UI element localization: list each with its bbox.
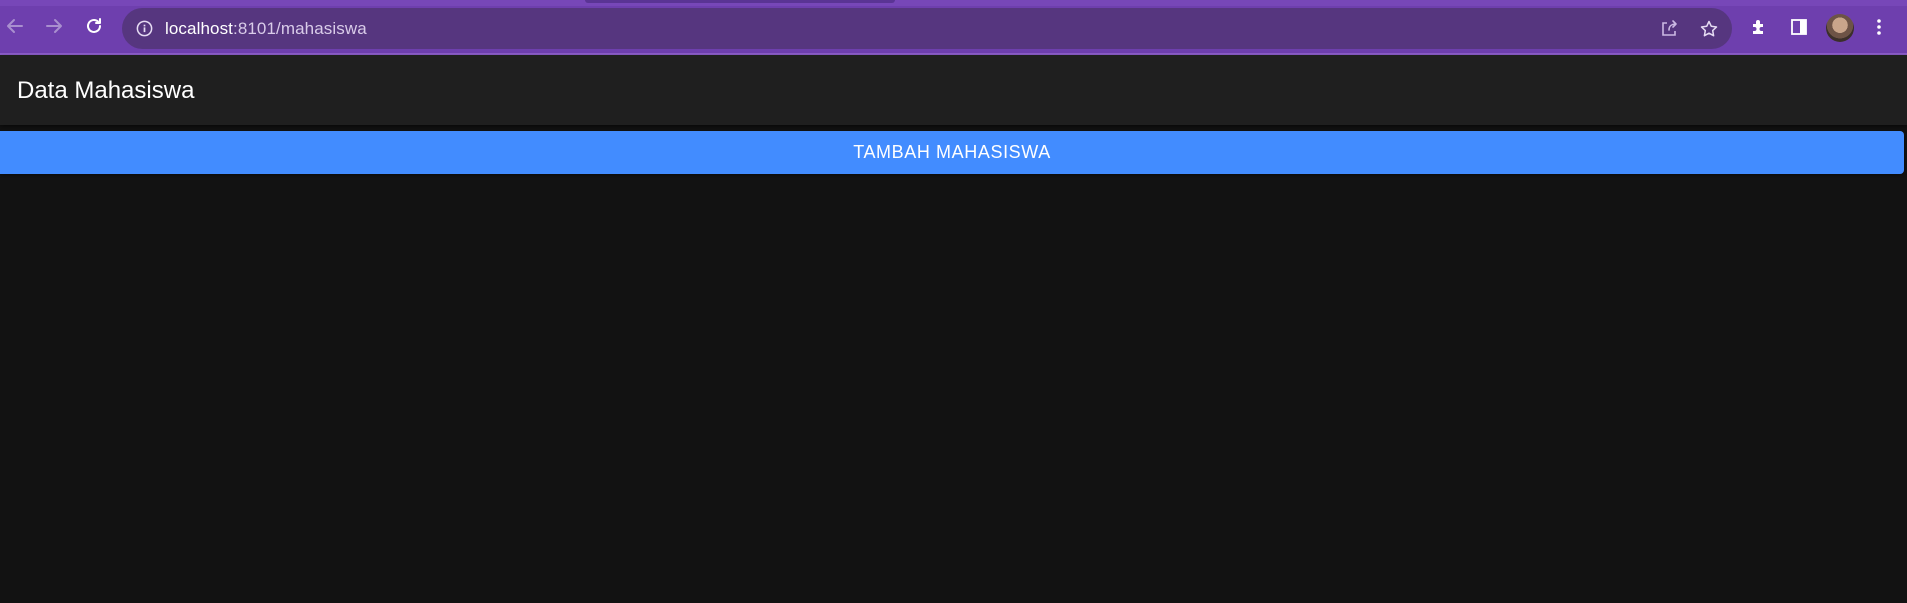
reload-icon xyxy=(84,16,104,36)
url-text[interactable]: localhost:8101/mahasiswa xyxy=(165,19,367,39)
browser-toolbar: localhost:8101/mahasiswa xyxy=(0,0,1907,55)
info-icon[interactable] xyxy=(135,19,154,38)
url-host: localhost xyxy=(165,19,233,38)
back-arrow-icon xyxy=(5,16,25,36)
kebab-menu-icon[interactable] xyxy=(1868,16,1890,38)
forward-button[interactable] xyxy=(40,12,68,40)
back-button[interactable] xyxy=(1,12,29,40)
tab-strip xyxy=(0,0,1907,6)
share-icon[interactable] xyxy=(1658,18,1680,40)
page-title: Data Mahasiswa xyxy=(17,77,195,104)
reload-button[interactable] xyxy=(80,12,108,40)
page-content xyxy=(0,125,1907,603)
forward-arrow-icon xyxy=(44,16,64,36)
star-icon[interactable] xyxy=(1698,18,1720,40)
url-path: :8101/mahasiswa xyxy=(233,19,367,38)
app-header: Data Mahasiswa xyxy=(0,55,1907,125)
add-student-button[interactable]: TAMBAH MAHASISWA xyxy=(0,131,1904,174)
address-bar[interactable]: localhost:8101/mahasiswa xyxy=(122,8,1732,49)
active-tab-edge xyxy=(585,0,895,3)
profile-avatar[interactable] xyxy=(1826,14,1854,42)
side-panel-icon[interactable] xyxy=(1788,16,1810,38)
puzzle-icon[interactable] xyxy=(1748,16,1770,38)
